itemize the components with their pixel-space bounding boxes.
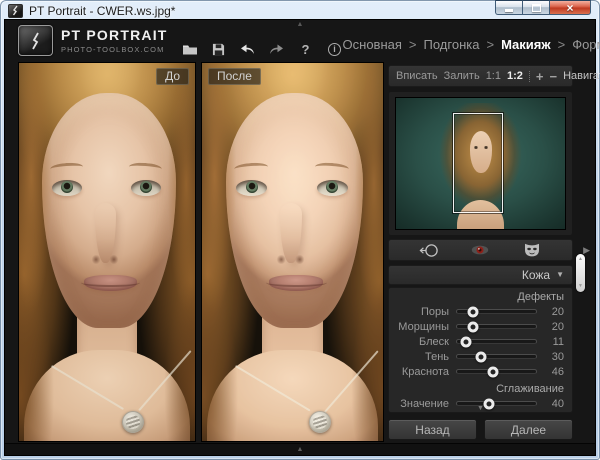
- chevron-down-icon: ▼: [556, 271, 564, 279]
- slider-row-redness: Краснота 46: [397, 364, 564, 379]
- app-window-icon: [8, 4, 23, 18]
- main-toolbar: ▲ PT PORTRAIT PHOTO-TOOLBOX.COM: [5, 20, 595, 62]
- zoom-1-2-button[interactable]: 1:2: [507, 70, 523, 82]
- app-surface: ▲ PT PORTRAIT PHOTO-TOOLBOX.COM: [4, 19, 596, 456]
- shadow-slider[interactable]: [456, 354, 537, 359]
- slider-row-shadow: Тень 30: [397, 349, 564, 364]
- sidebar-scrollbar-thumb[interactable]: ▲ ▼: [576, 254, 585, 292]
- slider-knob[interactable]: [475, 351, 486, 362]
- before-label: До: [156, 68, 189, 85]
- skin-sliders-panel: Дефекты Поры 20 Морщины 20 Блеск: [388, 287, 573, 413]
- about-button[interactable]: i: [327, 42, 343, 56]
- before-photo: [19, 63, 195, 441]
- navigator-selection[interactable]: [453, 113, 503, 213]
- help-icon: ?: [302, 43, 310, 56]
- after-canvas[interactable]: После: [201, 62, 384, 442]
- zoom-bar-divider: [529, 71, 530, 82]
- brand-name: PT PORTRAIT: [61, 28, 168, 42]
- bottom-strip: ▲: [5, 443, 595, 455]
- wizard-buttons: Назад Далее: [388, 419, 573, 440]
- after-photo: [202, 63, 383, 441]
- skin-section-header[interactable]: Кожа ▼: [388, 265, 573, 285]
- smoothing-group-header: Сглаживание: [397, 382, 564, 396]
- zoom-bar: Вписать Залить 1:1 1:2 + − Навигат. ▼: [388, 65, 573, 87]
- zoom-in-button[interactable]: +: [536, 70, 544, 83]
- right-sidebar: Вписать Залить 1:1 1:2 + − Навигат. ▼: [388, 62, 573, 443]
- help-button[interactable]: ?: [298, 42, 314, 56]
- navigator-thumbnail[interactable]: [395, 97, 566, 230]
- bottom-collapse-handle[interactable]: ▲: [297, 445, 304, 454]
- info-icon: i: [328, 43, 341, 56]
- close-button[interactable]: ×: [550, 0, 591, 15]
- zoom-1-1-button[interactable]: 1:1: [486, 70, 501, 82]
- maximize-button[interactable]: [523, 0, 550, 15]
- sidebar-collapse-handle[interactable]: ▶: [583, 246, 590, 255]
- minimize-button[interactable]: [495, 0, 523, 15]
- breadcrumb-step-makeup[interactable]: Макияж: [501, 37, 551, 62]
- slider-knob[interactable]: [467, 306, 478, 317]
- maximize-icon: [532, 4, 541, 12]
- slider-row-wrinkles: Морщины 20: [397, 319, 564, 334]
- breadcrumb-step-shape[interactable]: Форма: [572, 37, 600, 62]
- zoom-fit-button[interactable]: Вписать: [396, 70, 438, 82]
- next-button[interactable]: Далее: [484, 419, 573, 440]
- tools-bar: [388, 239, 573, 261]
- brush-circle-tool-button[interactable]: [417, 242, 441, 258]
- before-canvas[interactable]: До: [18, 62, 196, 442]
- slider-knob[interactable]: [467, 321, 478, 332]
- navigator-panel: [388, 91, 573, 236]
- app-window: PT Portrait - CWER.ws.jpg* × ▲ PT PORTRA…: [0, 0, 600, 460]
- breadcrumb-separator: >: [409, 37, 417, 62]
- slider-row-pores: Поры 20: [397, 304, 564, 319]
- red-eye-tool-button[interactable]: [468, 242, 492, 258]
- slider-knob[interactable]: [460, 336, 471, 347]
- skin-section-title: Кожа: [522, 268, 550, 282]
- mask-tool-button[interactable]: [520, 242, 544, 258]
- minimize-icon: [505, 9, 513, 12]
- defects-group-header: Дефекты: [397, 290, 564, 304]
- shine-slider[interactable]: [456, 339, 537, 344]
- panel-scroll-down-hint[interactable]: ▼: [477, 404, 484, 413]
- window-title: PT Portrait - CWER.ws.jpg*: [29, 4, 175, 18]
- pt-portrait-logo-icon: [18, 25, 53, 56]
- breadcrumb-step-fitting[interactable]: Подгонка: [424, 37, 480, 62]
- close-icon: ×: [566, 2, 573, 14]
- breadcrumb-separator: >: [558, 37, 566, 62]
- smoothing-amount-slider[interactable]: [456, 401, 537, 406]
- pores-slider[interactable]: [456, 309, 537, 314]
- content-area: До: [5, 62, 595, 443]
- redness-slider[interactable]: [456, 369, 537, 374]
- scroll-down-icon: ▼: [578, 284, 583, 289]
- back-button[interactable]: Назад: [388, 419, 477, 440]
- wrinkles-slider[interactable]: [456, 324, 537, 329]
- redo-button[interactable]: [269, 42, 285, 56]
- undo-button[interactable]: [240, 42, 256, 56]
- after-label: После: [208, 68, 261, 85]
- scroll-up-icon: ▲: [578, 257, 583, 262]
- caption-buttons: ×: [495, 0, 591, 15]
- zoom-fill-button[interactable]: Залить: [444, 70, 480, 82]
- brand-block: PT PORTRAIT PHOTO-TOOLBOX.COM: [61, 28, 168, 62]
- portrait-vignette: [19, 63, 195, 441]
- slider-row-shine: Блеск 11: [397, 334, 564, 349]
- slider-knob[interactable]: [488, 366, 499, 377]
- slider-knob[interactable]: [483, 398, 494, 409]
- save-button[interactable]: [211, 42, 227, 56]
- zoom-out-button[interactable]: −: [549, 70, 557, 83]
- toolbar-icons: ? i: [182, 36, 343, 62]
- sidebar-rail: ▲ ▼ ▶: [573, 62, 591, 443]
- breadcrumb-separator: >: [486, 37, 494, 62]
- toolbar-collapse-handle[interactable]: ▲: [297, 20, 304, 29]
- open-file-button[interactable]: [182, 42, 198, 56]
- breadcrumb: Основная > Подгонка > Макияж > Форма: [343, 37, 600, 62]
- breadcrumb-step-basic[interactable]: Основная: [343, 37, 402, 62]
- titlebar[interactable]: PT Portrait - CWER.ws.jpg* ×: [0, 0, 600, 19]
- brand-site: PHOTO-TOOLBOX.COM: [61, 46, 168, 54]
- portrait-vignette: [202, 63, 383, 441]
